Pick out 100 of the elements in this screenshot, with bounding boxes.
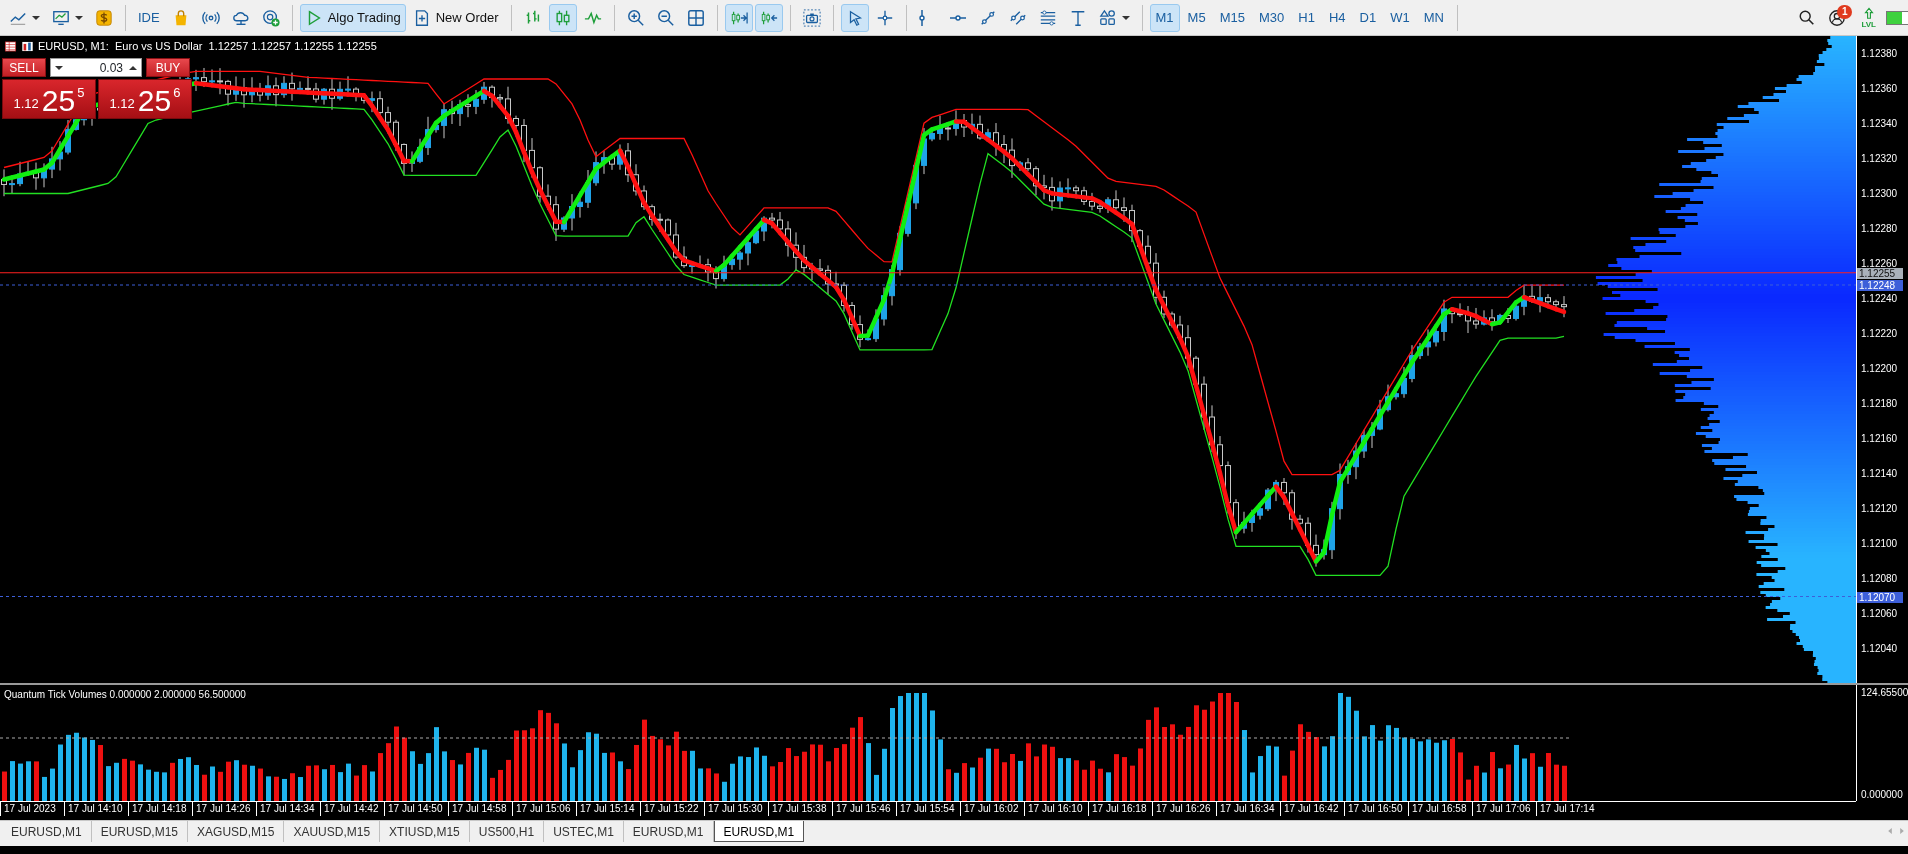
volume-field[interactable]: 0.03 xyxy=(50,58,142,77)
price-label: 1.12040 xyxy=(1860,643,1898,655)
price-label: 1.12080 xyxy=(1860,573,1898,585)
time-label: 17 Jul 14:10 xyxy=(64,802,123,816)
timeframe-tab[interactable]: H4 xyxy=(1322,3,1352,32)
table-icon xyxy=(4,39,17,53)
price-label: 1.12060 xyxy=(1860,608,1898,620)
chart-tab[interactable]: XAGUSD,M15 xyxy=(188,821,285,842)
time-label: 17 Jul 16:18 xyxy=(1088,802,1147,816)
price-label: 1.12180 xyxy=(1860,398,1898,410)
time-label: 17 Jul 16:02 xyxy=(960,802,1019,816)
level-label: LVL xyxy=(1861,20,1876,29)
monitor-chart-icon xyxy=(52,8,70,27)
price-label: 1.12120 xyxy=(1860,503,1898,515)
timeframe-tab[interactable]: M30 xyxy=(1252,3,1291,32)
chart-tab[interactable]: XAUUSD,M15 xyxy=(284,821,381,842)
price-label: 1.12100 xyxy=(1860,538,1898,550)
timeframe-tab[interactable]: H1 xyxy=(1292,3,1321,32)
toolbar-button[interactable]: Algo Trading xyxy=(299,3,406,32)
notification-badge: 1 xyxy=(1836,4,1853,19)
search-icon xyxy=(1798,8,1817,27)
time-label: 17 Jul 14:50 xyxy=(384,802,443,816)
chart-tab[interactable]: US500,H1 xyxy=(469,821,545,842)
time-label: 17 Jul 14:26 xyxy=(192,802,251,816)
fibonacci-lines-icon xyxy=(1038,8,1057,27)
time-label: 17 Jul 15:22 xyxy=(640,802,699,816)
time-label: 17 Jul 15:06 xyxy=(512,802,571,816)
time-label: 17 Jul 16:26 xyxy=(1152,802,1211,816)
candlestick-icon xyxy=(553,8,572,27)
level-meter xyxy=(1886,10,1908,25)
timeframe-tab[interactable]: W1 xyxy=(1384,3,1416,32)
price-label: 1.12200 xyxy=(1860,363,1898,375)
crosshair-icon xyxy=(875,8,894,27)
time-label: 17 Jul 14:34 xyxy=(256,802,315,816)
screenshot-icon xyxy=(802,8,821,27)
zoom-in-icon xyxy=(626,8,645,27)
time-label: 17 Jul 14:18 xyxy=(128,802,187,816)
vertical-line-icon xyxy=(918,8,925,27)
chart-tab[interactable]: EURUSD,M1 xyxy=(623,821,714,842)
increase-icon xyxy=(129,65,137,70)
timeframe-tab[interactable]: D1 xyxy=(1353,3,1383,32)
price-label: 1.12260 xyxy=(1860,258,1898,269)
timeframe-tab[interactable]: M1 xyxy=(1149,3,1180,32)
chart-tab[interactable]: XTIUSD,M15 xyxy=(380,821,470,842)
price-label: 1.12240 xyxy=(1860,293,1898,305)
decrease-icon xyxy=(55,65,63,70)
scale-label: 124.65500 xyxy=(1860,687,1908,699)
chart-tab[interactable]: USTEC,M1 xyxy=(544,821,624,842)
buy-button[interactable]: BUY xyxy=(146,58,190,77)
chart-tab[interactable]: EURUSD,M1 xyxy=(2,821,92,842)
time-label: 17 Jul 15:14 xyxy=(576,802,635,816)
indicator-title: Quantum Tick Volumes 0.000000 2.000000 56.500000 xyxy=(4,688,246,702)
price-tag: 1.12248 xyxy=(1857,280,1903,291)
time-label: 17 Jul 16:10 xyxy=(1024,802,1083,816)
time-label: 17 Jul 17:06 xyxy=(1472,802,1531,816)
price-label: 1.12280 xyxy=(1860,223,1898,235)
scale-label: 0.000000 xyxy=(1860,789,1903,801)
dollar-icon xyxy=(95,8,113,27)
price-label: 1.12320 xyxy=(1860,153,1898,165)
tool-button[interactable] xyxy=(754,3,783,32)
time-label: 17 Jul 16:58 xyxy=(1408,802,1467,816)
time-label: 17 Jul 16:50 xyxy=(1344,802,1403,816)
channel-icon xyxy=(1008,8,1027,27)
time-label: 17 Jul 15:46 xyxy=(832,802,891,816)
timeframe-tab[interactable]: M5 xyxy=(1181,3,1212,32)
price-tag: 1.12255 xyxy=(1857,267,1903,279)
price-label: 1.12220 xyxy=(1860,328,1898,340)
time-label: 17 Jul 15:54 xyxy=(896,802,955,816)
toolbar-button[interactable]: IDE xyxy=(133,3,165,32)
price-label: 1.12380 xyxy=(1860,48,1898,60)
tool-button[interactable] xyxy=(840,3,869,32)
timeframe-tab[interactable]: MN xyxy=(1417,3,1450,32)
time-label: 17 Jul 14:58 xyxy=(448,802,507,816)
price-tag: 1.12070 xyxy=(1857,591,1903,603)
toolbar-button[interactable]: New Order xyxy=(407,3,504,32)
time-label: 17 Jul 16:42 xyxy=(1280,802,1339,816)
chart-title: EURUSD, M1: Euro vs US Dollar 1.12257 1.12257 1.12255 1.12255 xyxy=(38,39,377,54)
tool-button[interactable] xyxy=(724,3,753,32)
horizontal-line-icon xyxy=(948,14,967,21)
account-button[interactable]: 1 xyxy=(1823,3,1852,32)
time-label: 17 Jul 15:30 xyxy=(704,802,763,816)
timeframe-tab[interactable]: M15 xyxy=(1213,3,1251,32)
price-label: 1.12360 xyxy=(1860,83,1898,95)
grid-icon xyxy=(686,8,705,27)
chart-icon xyxy=(21,39,34,53)
price-label: 1.12140 xyxy=(1860,468,1898,480)
time-label: 17 Jul 2023 xyxy=(0,802,56,816)
time-label: 17 Jul 17:14 xyxy=(1536,802,1595,816)
chart-tab[interactable]: EURUSD,M15 xyxy=(91,821,189,842)
globe-plus-icon xyxy=(261,8,280,27)
shapes-icon xyxy=(1098,8,1117,27)
price-label: 1.12300 xyxy=(1860,188,1898,200)
time-label: 17 Jul 15:38 xyxy=(768,802,827,816)
sell-button[interactable]: SELL xyxy=(2,58,46,77)
price-label: 1.12340 xyxy=(1860,118,1898,130)
tool-button[interactable] xyxy=(548,3,577,32)
zoom-out-icon xyxy=(656,8,675,27)
price-label: 1.12160 xyxy=(1860,433,1898,445)
time-label: 17 Jul 14:42 xyxy=(320,802,379,816)
chart-tab[interactable]: EURUSD,M1 xyxy=(713,821,805,842)
